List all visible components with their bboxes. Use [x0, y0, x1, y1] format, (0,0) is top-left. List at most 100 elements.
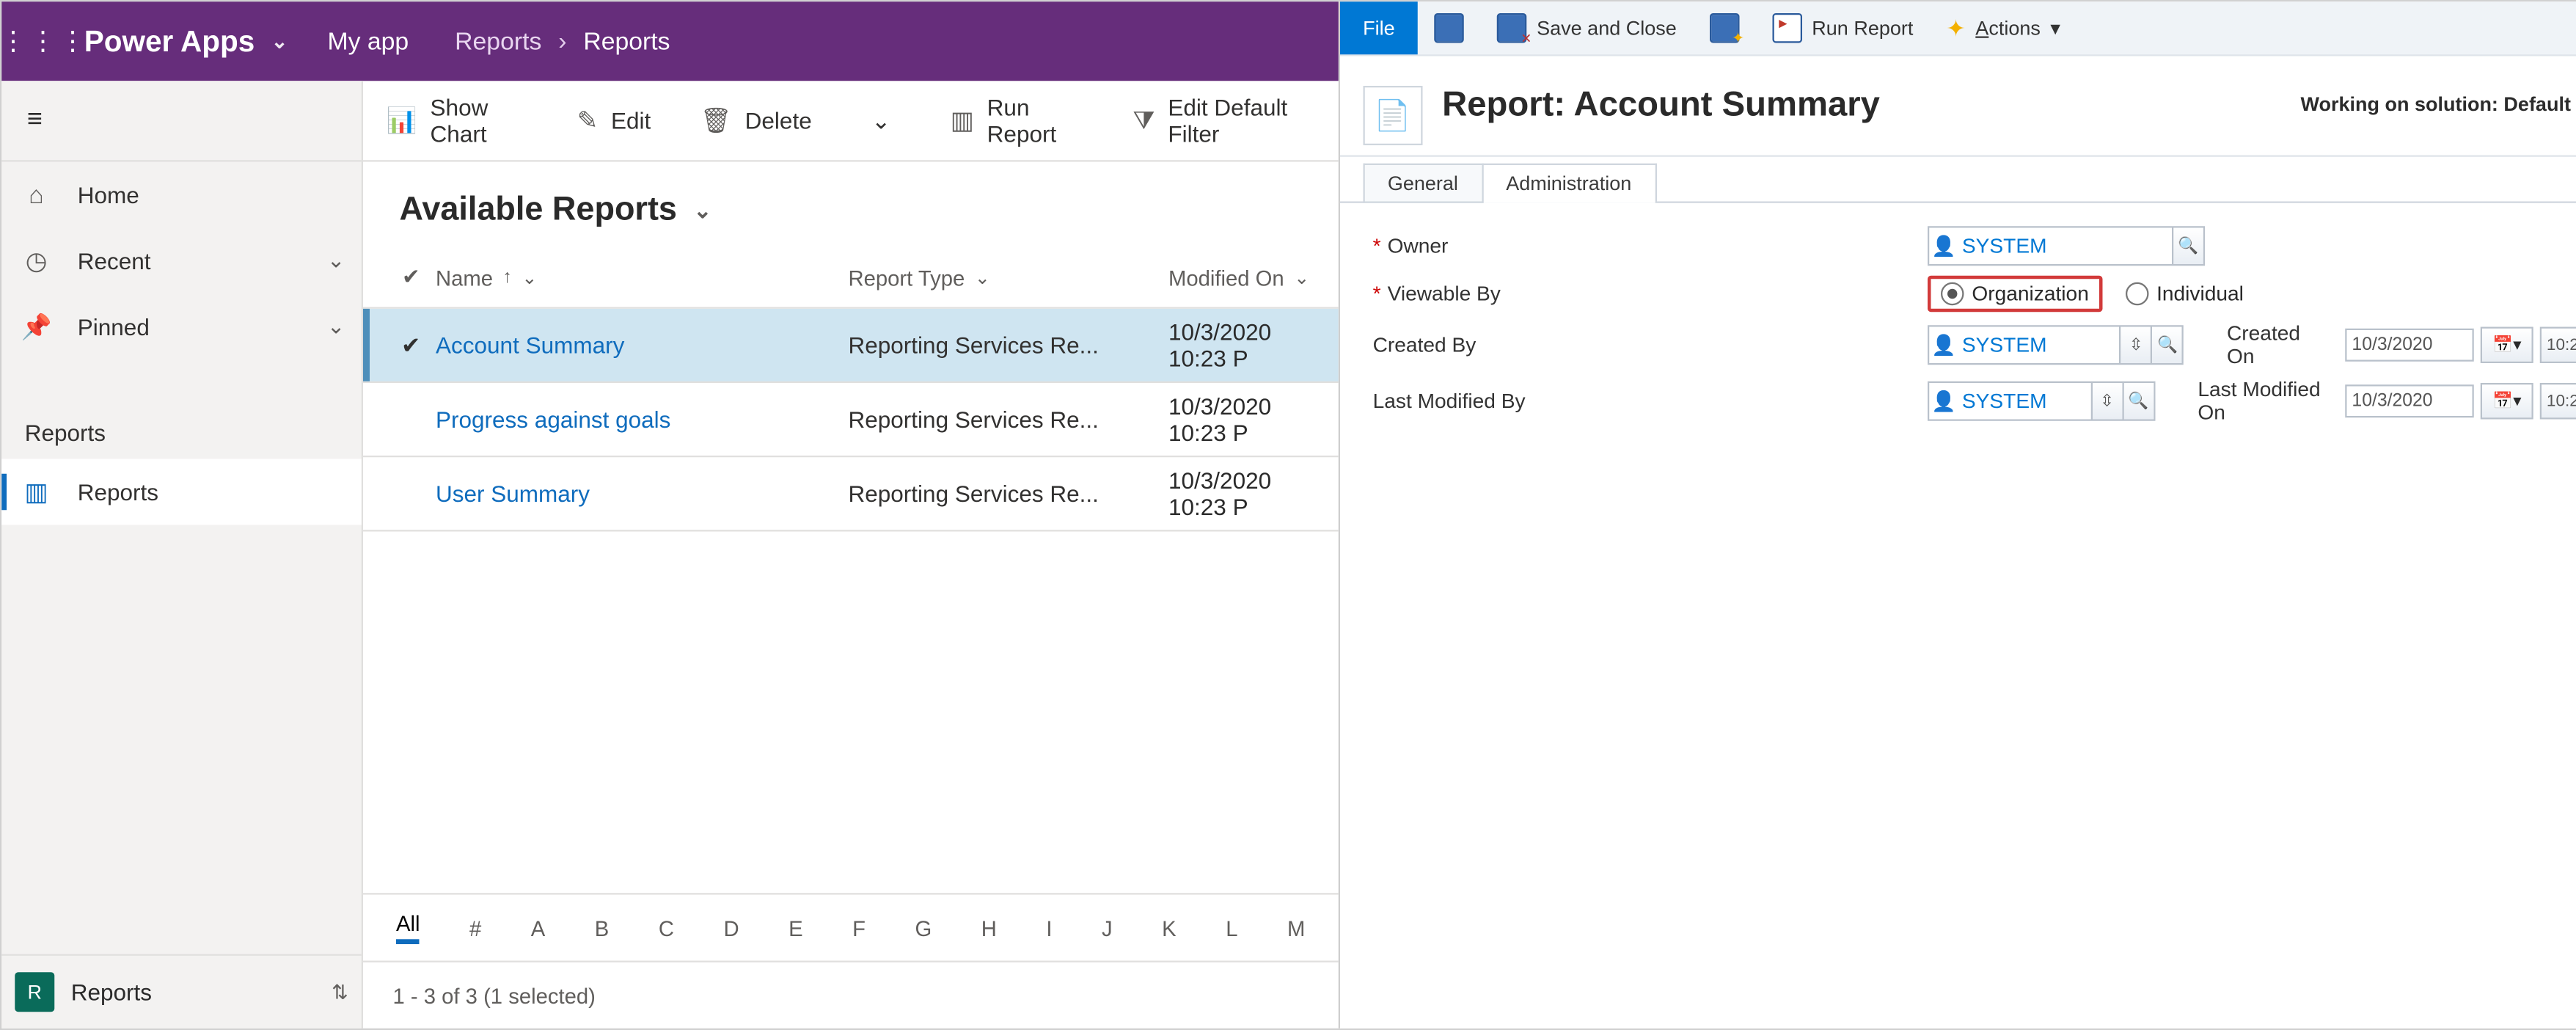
ribbon-label: AActionsctions: [1975, 17, 2041, 40]
radio-label: Individual: [2156, 282, 2244, 306]
sidebar-item-home[interactable]: ⌂ Home: [1, 162, 362, 228]
actions-menu[interactable]: ✦ AActionsctions ▾: [1930, 1, 2077, 54]
trash-icon: 🗑: [700, 106, 732, 136]
sidebar-item-recent[interactable]: ◷ Recent ⌄: [1, 228, 362, 294]
show-chart-button[interactable]: 📊 Show Chart: [380, 94, 535, 147]
alpha-hash[interactable]: #: [469, 916, 481, 940]
dialog-header: 📄 Report: Account Summary Working on sol…: [1340, 56, 2576, 157]
alpha-h[interactable]: H: [981, 916, 997, 940]
alpha-d[interactable]: D: [723, 916, 739, 940]
app-name[interactable]: My app: [327, 27, 409, 55]
save-and-close-button[interactable]: Save and Close: [1481, 1, 1694, 54]
delete-split-button[interactable]: ⌄: [855, 106, 907, 134]
lookup-search-icon[interactable]: 🔍: [2122, 383, 2154, 420]
ribbon: File Save and Close Run Report ✦ AAction…: [1340, 1, 2576, 56]
run-report-button[interactable]: Run Report: [1756, 1, 1930, 54]
person-icon: 👤: [1929, 235, 1959, 258]
last-modified-by-lookup[interactable]: 👤 SYSTEM ⇳🔍: [1928, 381, 2155, 421]
calendar-icon[interactable]: 📅▾: [2481, 327, 2533, 364]
viewable-org-radio[interactable]: Organization: [1928, 276, 2102, 313]
created-on-date-input[interactable]: [2345, 329, 2474, 362]
last-modified-on-date[interactable]: 📅▾ 10:23 PM▾: [2345, 383, 2576, 420]
view-title[interactable]: Available Reports ⌄: [400, 191, 1302, 230]
hamburger-icon[interactable]: ≡: [1, 87, 67, 153]
tab-general[interactable]: General: [1363, 164, 1483, 203]
sidebar-item-label: Home: [78, 182, 139, 208]
column-type[interactable]: Report Type ⌄: [849, 265, 1169, 290]
chevron-down-icon: ⌄: [975, 266, 990, 288]
grid-body: ✔ Account Summary Reporting Services Re.…: [363, 309, 1338, 894]
created-by-value: SYSTEM: [1958, 334, 2119, 357]
alpha-k[interactable]: K: [1162, 916, 1177, 940]
alpha-m[interactable]: M: [1287, 916, 1305, 940]
breadcrumb-0[interactable]: Reports: [455, 27, 541, 55]
lookup-search-icon[interactable]: 🔍: [2172, 228, 2203, 265]
alpha-a[interactable]: A: [531, 916, 546, 940]
cmd-label: Edit Default Filter: [1168, 94, 1314, 147]
table-row[interactable]: User Summary Reporting Services Re... 10…: [363, 457, 1338, 531]
sidebar-section-heading: Reports: [1, 403, 362, 459]
save-button[interactable]: [1418, 1, 1481, 54]
tab-administration[interactable]: Administration: [1481, 164, 1656, 203]
alpha-b[interactable]: B: [595, 916, 610, 940]
person-icon: 👤: [1929, 390, 1959, 413]
waffle-icon[interactable]: ⋮⋮⋮: [12, 8, 78, 74]
clock-icon: ◷: [18, 246, 55, 276]
edit-default-filter-button[interactable]: ⧩ Edit Default Filter: [1126, 94, 1322, 147]
column-name[interactable]: Name ↑ ⌄: [436, 265, 849, 290]
admin-form: *Owner 👤 SYSTEM 🔍 *Viewable By Organizat…: [1340, 203, 2576, 448]
time-value: 10:23 PM: [2547, 392, 2576, 410]
viewable-individual-radio[interactable]: Individual: [2125, 282, 2244, 306]
edit-button[interactable]: ✎ Edit: [571, 106, 658, 136]
last-modified-on-date-input[interactable]: [2345, 384, 2474, 417]
ribbon-label: Run Report: [1812, 17, 1913, 40]
row-check-icon[interactable]: ✔: [387, 331, 436, 359]
created-on-time[interactable]: 10:23 PM▾: [2540, 327, 2576, 364]
delete-button[interactable]: 🗑 Delete: [694, 106, 819, 136]
home-icon: ⌂: [18, 180, 55, 208]
alpha-all[interactable]: All: [396, 911, 420, 944]
alpha-c[interactable]: C: [659, 916, 674, 940]
radio-on-icon: [1941, 282, 1964, 306]
alpha-j[interactable]: J: [1102, 916, 1113, 940]
table-row[interactable]: Progress against goals Reporting Service…: [363, 383, 1338, 457]
run-report-button[interactable]: ▥ Run Report: [944, 94, 1090, 147]
sort-asc-icon: ↑: [503, 268, 512, 288]
calendar-icon[interactable]: 📅▾: [2481, 383, 2533, 420]
alpha-e[interactable]: E: [788, 916, 803, 940]
selection-indicator: [1, 474, 7, 511]
breadcrumb-1[interactable]: Reports: [583, 27, 670, 55]
sidebar-item-pinned[interactable]: 📌 Pinned ⌄: [1, 294, 362, 360]
save-close-icon: [1497, 13, 1527, 43]
save-and-new-button[interactable]: [1693, 1, 1756, 54]
sidebar-item-reports[interactable]: ▥ Reports: [1, 459, 362, 525]
alpha-i[interactable]: I: [1046, 916, 1052, 940]
owner-lookup[interactable]: 👤 SYSTEM 🔍: [1928, 226, 2205, 266]
alpha-l[interactable]: L: [1226, 916, 1237, 940]
alpha-g[interactable]: G: [915, 916, 932, 940]
save-icon: [1435, 13, 1465, 43]
column-modified[interactable]: Modified On ⌄: [1168, 265, 1315, 290]
funnel-icon: ⧩: [1133, 106, 1155, 134]
lookup-stepper-icon[interactable]: ⇳: [2120, 327, 2151, 364]
select-all-checkbox[interactable]: ✔: [387, 264, 436, 291]
owner-value: SYSTEM: [1958, 235, 2171, 258]
sidebar-footer[interactable]: R Reports ⇅: [1, 954, 362, 1029]
last-modified-by-value: SYSTEM: [1958, 390, 2090, 413]
lookup-stepper-icon[interactable]: ⇳: [2090, 383, 2122, 420]
alpha-f[interactable]: F: [852, 916, 866, 940]
created-by-lookup[interactable]: 👤 SYSTEM ⇳🔍: [1928, 325, 2184, 365]
area-label: Reports: [71, 979, 152, 1005]
row-name-link[interactable]: User Summary: [436, 481, 849, 507]
row-name-link[interactable]: Account Summary: [436, 332, 849, 358]
time-value: 10:23 PM: [2547, 336, 2576, 354]
chart-icon: 📊: [387, 106, 417, 136]
lookup-search-icon[interactable]: 🔍: [2151, 327, 2182, 364]
table-row[interactable]: ✔ Account Summary Reporting Services Re.…: [363, 309, 1338, 383]
file-menu[interactable]: File: [1340, 1, 1419, 54]
row-name-link[interactable]: Progress against goals: [436, 406, 849, 433]
last-modified-on-time[interactable]: 10:23 PM▾: [2540, 383, 2576, 420]
created-on-date[interactable]: 📅▾ 10:23 PM▾: [2345, 327, 2576, 364]
brand[interactable]: Power Apps ⌄: [78, 24, 304, 59]
run-icon: [1772, 13, 1802, 43]
